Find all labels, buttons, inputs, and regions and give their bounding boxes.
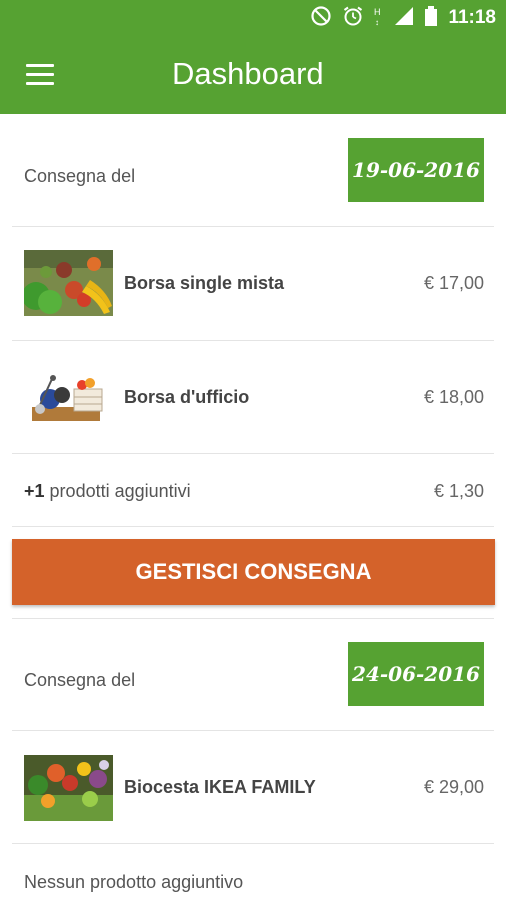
addon-text: prodotti aggiuntivi: [49, 481, 191, 501]
office-basket-image: [24, 365, 113, 431]
delivery-date-badge: 19-06-2016: [348, 138, 484, 202]
divider: [12, 618, 494, 619]
status-bar: H ↕ 11:18: [0, 0, 506, 36]
product-price: € 29,00: [423, 777, 484, 797]
alarm-icon: [342, 5, 364, 32]
addon-price: € 1,30: [433, 481, 484, 501]
product-price: € 17,00: [423, 273, 484, 293]
svg-text:↕: ↕: [375, 18, 379, 27]
product-price: € 18,00: [423, 387, 484, 407]
addon-count: +1: [24, 481, 45, 501]
divider: [12, 843, 494, 844]
delivery-label: Consegna del: [24, 670, 136, 690]
addon-summary: +1 prodotti aggiuntivi: [24, 481, 191, 502]
divider: [12, 340, 494, 341]
product-name: Borsa single mista: [124, 273, 285, 293]
divider: [12, 730, 494, 731]
app-bar: Dashboard: [0, 36, 506, 114]
product-name: Biocesta IKEA FAMILY: [124, 777, 316, 797]
delivery-date-badge: 24-06-2016: [348, 642, 484, 706]
battery-icon: [424, 5, 438, 32]
no-addon-text: Nessun prodotto aggiuntivo: [24, 872, 244, 892]
biocesta-image: [24, 755, 113, 821]
status-time: 11:18: [448, 7, 496, 28]
vegetable-basket-image: [22, 250, 113, 316]
manage-delivery-button[interactable]: GESTISCI CONSEGNA: [12, 539, 495, 605]
page-title: Dashboard: [172, 56, 324, 91]
block-icon: [310, 5, 332, 32]
hamburger-icon[interactable]: [26, 64, 54, 86]
svg-text:H: H: [374, 7, 381, 17]
product-name: Borsa d'ufficio: [124, 387, 250, 407]
divider: [12, 226, 494, 227]
signal-h-icon: H ↕: [374, 5, 384, 32]
delivery-label: Consegna del: [24, 166, 136, 186]
signal-icon: [394, 6, 414, 31]
divider: [12, 526, 494, 527]
divider: [12, 453, 494, 454]
